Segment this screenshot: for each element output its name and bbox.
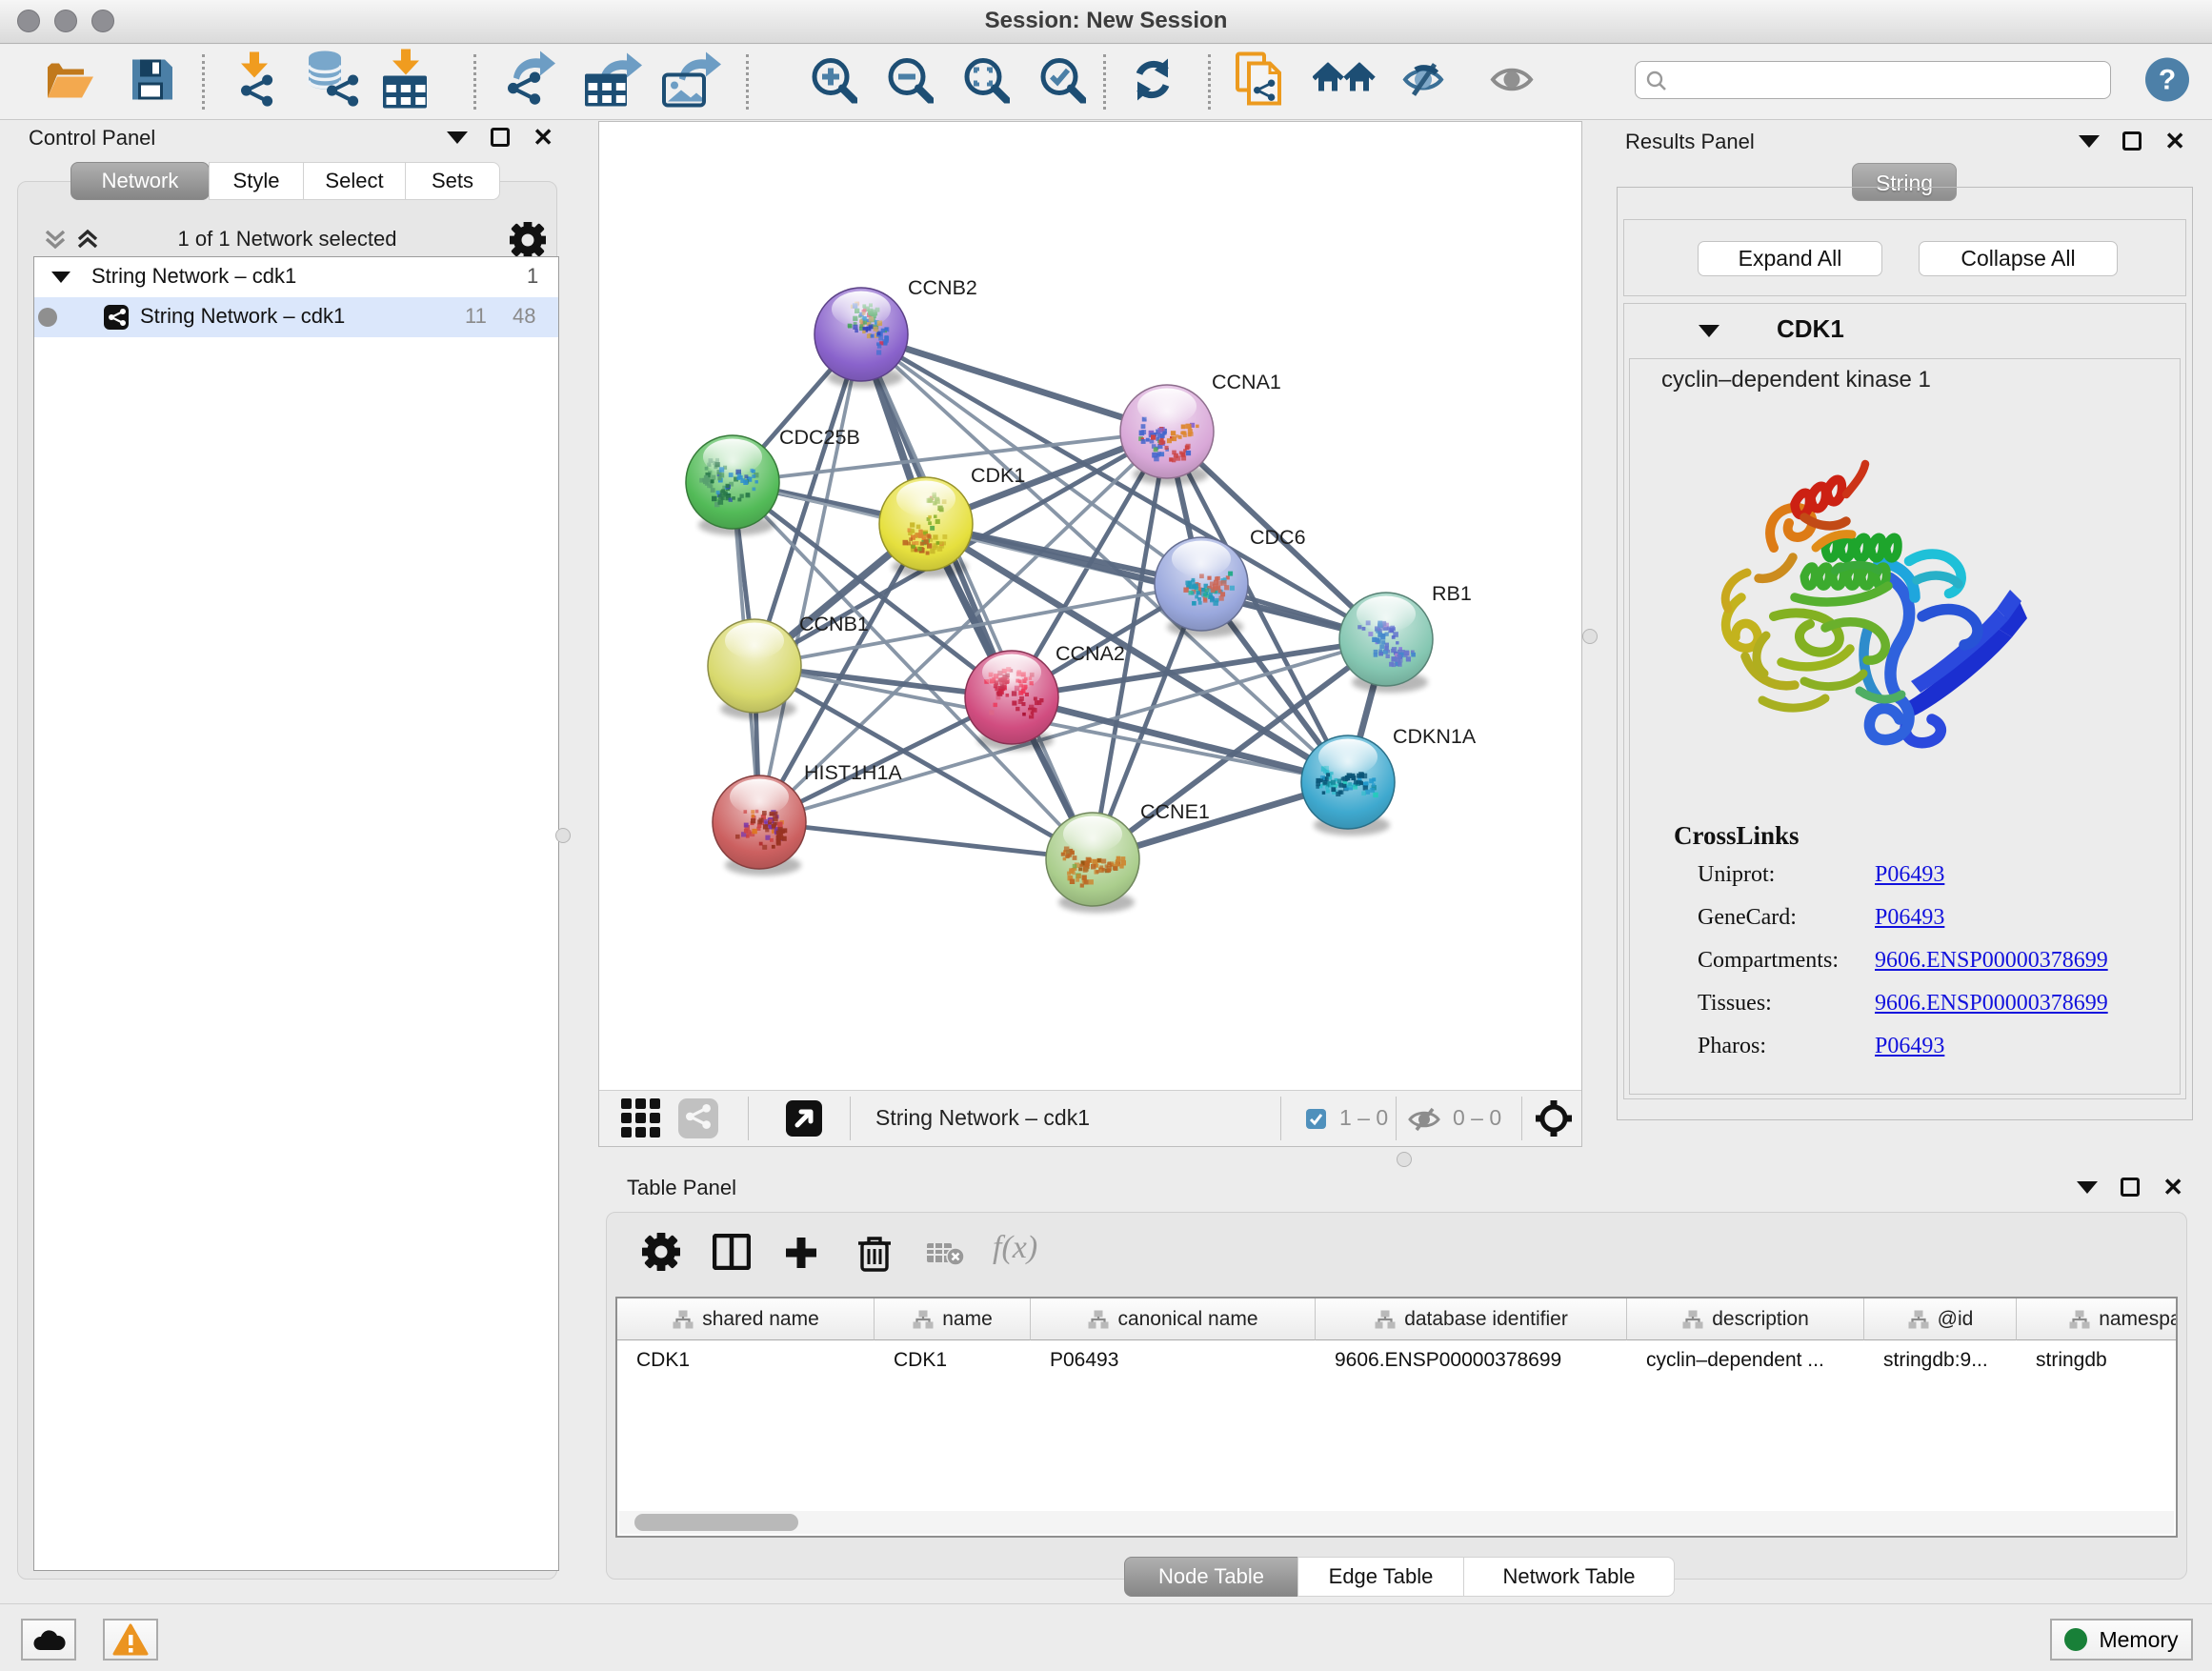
svg-text:CDK1: CDK1 [971, 464, 1025, 487]
svg-text:RB1: RB1 [1432, 582, 1472, 605]
svg-text:HIST1H1A: HIST1H1A [804, 761, 902, 784]
svg-text:CCNA2: CCNA2 [1056, 642, 1125, 665]
svg-text:CCNA1: CCNA1 [1212, 371, 1281, 393]
svg-text:CCNB2: CCNB2 [908, 276, 977, 299]
svg-text:CCNB1: CCNB1 [799, 613, 869, 635]
svg-text:CDC25B: CDC25B [779, 426, 860, 449]
svg-text:?: ? [2159, 65, 2176, 96]
svg-text:CDKN1A: CDKN1A [1393, 725, 1477, 748]
svg-text:CCNE1: CCNE1 [1140, 800, 1210, 823]
svg-text:CDC6: CDC6 [1250, 526, 1306, 549]
